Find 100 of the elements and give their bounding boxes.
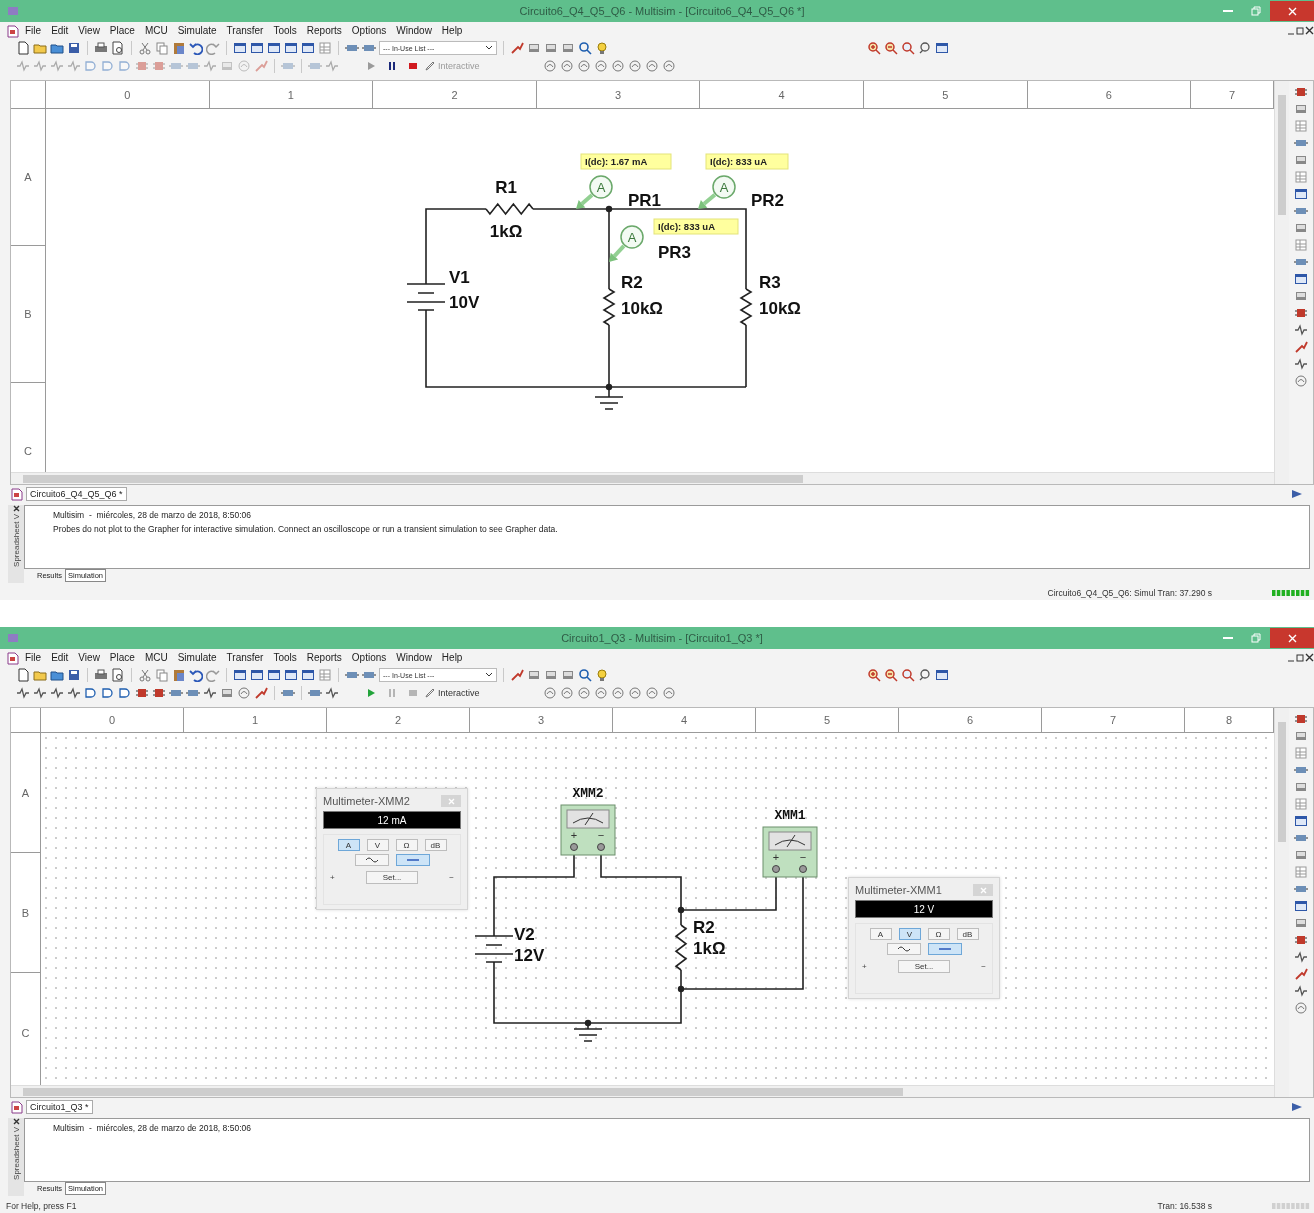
part-icon[interactable] — [1294, 984, 1308, 998]
part-icon[interactable] — [16, 686, 30, 700]
gate-icon[interactable] — [84, 686, 98, 700]
pause-button[interactable] — [386, 59, 398, 73]
bulb-icon[interactable] — [595, 41, 609, 55]
window-icon[interactable] — [267, 668, 281, 682]
window-icon[interactable] — [267, 41, 281, 55]
analysis-icon[interactable] — [576, 59, 591, 73]
mode-button[interactable]: Ω — [395, 839, 418, 851]
undo-icon[interactable] — [189, 668, 203, 682]
window-icon[interactable] — [1294, 814, 1308, 828]
part-icon[interactable] — [67, 686, 81, 700]
run-button[interactable] — [365, 686, 377, 700]
horizontal-scrollbar[interactable] — [11, 472, 1274, 484]
part-icon[interactable] — [1294, 357, 1308, 371]
menu-item[interactable]: Place — [104, 25, 140, 36]
coupling-button[interactable] — [354, 854, 389, 866]
analysis-icon[interactable] — [542, 59, 557, 73]
mode-button[interactable]: V — [366, 839, 389, 851]
probe-tool-icon[interactable] — [1294, 340, 1308, 354]
mode-button[interactable]: V — [898, 928, 921, 940]
clipboard-icon[interactable] — [172, 668, 186, 682]
horizontal-scrollbar[interactable] — [11, 1085, 1274, 1097]
bulb-icon[interactable] — [595, 668, 609, 682]
part-icon[interactable] — [325, 686, 339, 700]
part-icon[interactable] — [1294, 950, 1308, 964]
part-icon[interactable] — [203, 686, 217, 700]
mode-button[interactable]: dB — [424, 839, 447, 851]
gate-icon[interactable] — [101, 686, 115, 700]
chip-icon[interactable] — [152, 59, 166, 73]
redo-icon[interactable] — [206, 41, 220, 55]
window-icon[interactable] — [250, 41, 264, 55]
analysis-icon[interactable] — [559, 59, 574, 73]
run-button[interactable] — [365, 59, 377, 73]
meter-icon[interactable] — [1294, 153, 1308, 167]
window-icon[interactable] — [1294, 187, 1308, 201]
menu-item[interactable]: MCU — [139, 652, 173, 663]
copy-icon[interactable] — [155, 41, 169, 55]
menu-item[interactable]: Tools — [268, 652, 302, 663]
clipboard-icon[interactable] — [172, 41, 186, 55]
menu-item[interactable]: Window — [391, 652, 437, 663]
menu-item[interactable]: View — [73, 25, 105, 36]
table-icon[interactable] — [1294, 238, 1308, 252]
menu-item[interactable]: Edit — [46, 25, 74, 36]
window-icon[interactable] — [1294, 899, 1308, 913]
analysis-icon[interactable] — [644, 59, 659, 73]
gate-icon[interactable] — [118, 686, 132, 700]
meter-icon[interactable] — [1294, 848, 1308, 862]
probe-tool-icon[interactable] — [510, 41, 524, 55]
menu-item[interactable]: File — [20, 25, 47, 36]
meter-icon[interactable] — [527, 41, 541, 55]
menu-item[interactable]: Help — [436, 652, 468, 663]
chip-icon[interactable] — [135, 59, 149, 73]
table-icon[interactable] — [1294, 119, 1308, 133]
menu-item[interactable]: File — [20, 652, 47, 663]
menu-item[interactable]: Transfer — [221, 652, 269, 663]
preview-icon[interactable] — [111, 668, 125, 682]
zoom-fit-icon[interactable] — [918, 668, 932, 682]
analysis-icon[interactable] — [576, 686, 591, 700]
zoom-in-icon[interactable] — [867, 668, 881, 682]
window-icon[interactable] — [301, 41, 315, 55]
meter-icon[interactable] — [544, 41, 558, 55]
pencil-icon[interactable] — [425, 688, 435, 698]
window-icon[interactable] — [233, 41, 247, 55]
table-icon[interactable] — [1294, 746, 1308, 760]
analysis-icon[interactable] — [661, 59, 676, 73]
copy-icon[interactable] — [155, 668, 169, 682]
design-tab[interactable]: Circuito6_Q4_Q5_Q6 * — [26, 487, 127, 501]
menu-item[interactable]: Simulate — [172, 25, 222, 36]
chip-icon[interactable] — [1294, 306, 1308, 320]
window-icon[interactable] — [935, 41, 949, 55]
coupling-button[interactable] — [395, 854, 430, 866]
mode-button[interactable]: A — [337, 839, 360, 851]
undo-icon[interactable] — [189, 41, 203, 55]
analysis-icon[interactable] — [610, 59, 625, 73]
menu-item[interactable]: Options — [346, 25, 392, 36]
analysis-icon[interactable] — [593, 59, 608, 73]
coupling-button[interactable] — [927, 943, 962, 955]
mode-button[interactable]: Ω — [927, 928, 950, 940]
part-icon[interactable] — [1294, 323, 1308, 337]
restore-icon[interactable] — [1296, 26, 1305, 35]
preview-icon[interactable] — [111, 41, 125, 55]
set-button[interactable]: Set... — [898, 960, 950, 973]
part-icon[interactable] — [50, 686, 64, 700]
meter-icon[interactable] — [220, 686, 234, 700]
window-icon[interactable] — [1294, 272, 1308, 286]
window-icon[interactable] — [233, 668, 247, 682]
vertical-scrollbar[interactable] — [1274, 708, 1289, 1097]
folder-icon[interactable] — [33, 41, 47, 55]
folder-icon[interactable] — [33, 668, 47, 682]
menu-item[interactable]: Place — [104, 652, 140, 663]
scissors-icon[interactable] — [138, 668, 152, 682]
interactive-button[interactable]: Interactive — [438, 688, 480, 698]
meter-icon[interactable] — [1294, 221, 1308, 235]
analysis-icon[interactable] — [593, 686, 608, 700]
meter-icon[interactable] — [1294, 916, 1308, 930]
meter-icon[interactable] — [561, 668, 575, 682]
search-icon[interactable] — [578, 668, 592, 682]
menu-item[interactable]: Edit — [46, 652, 74, 663]
page-icon[interactable] — [16, 668, 30, 682]
